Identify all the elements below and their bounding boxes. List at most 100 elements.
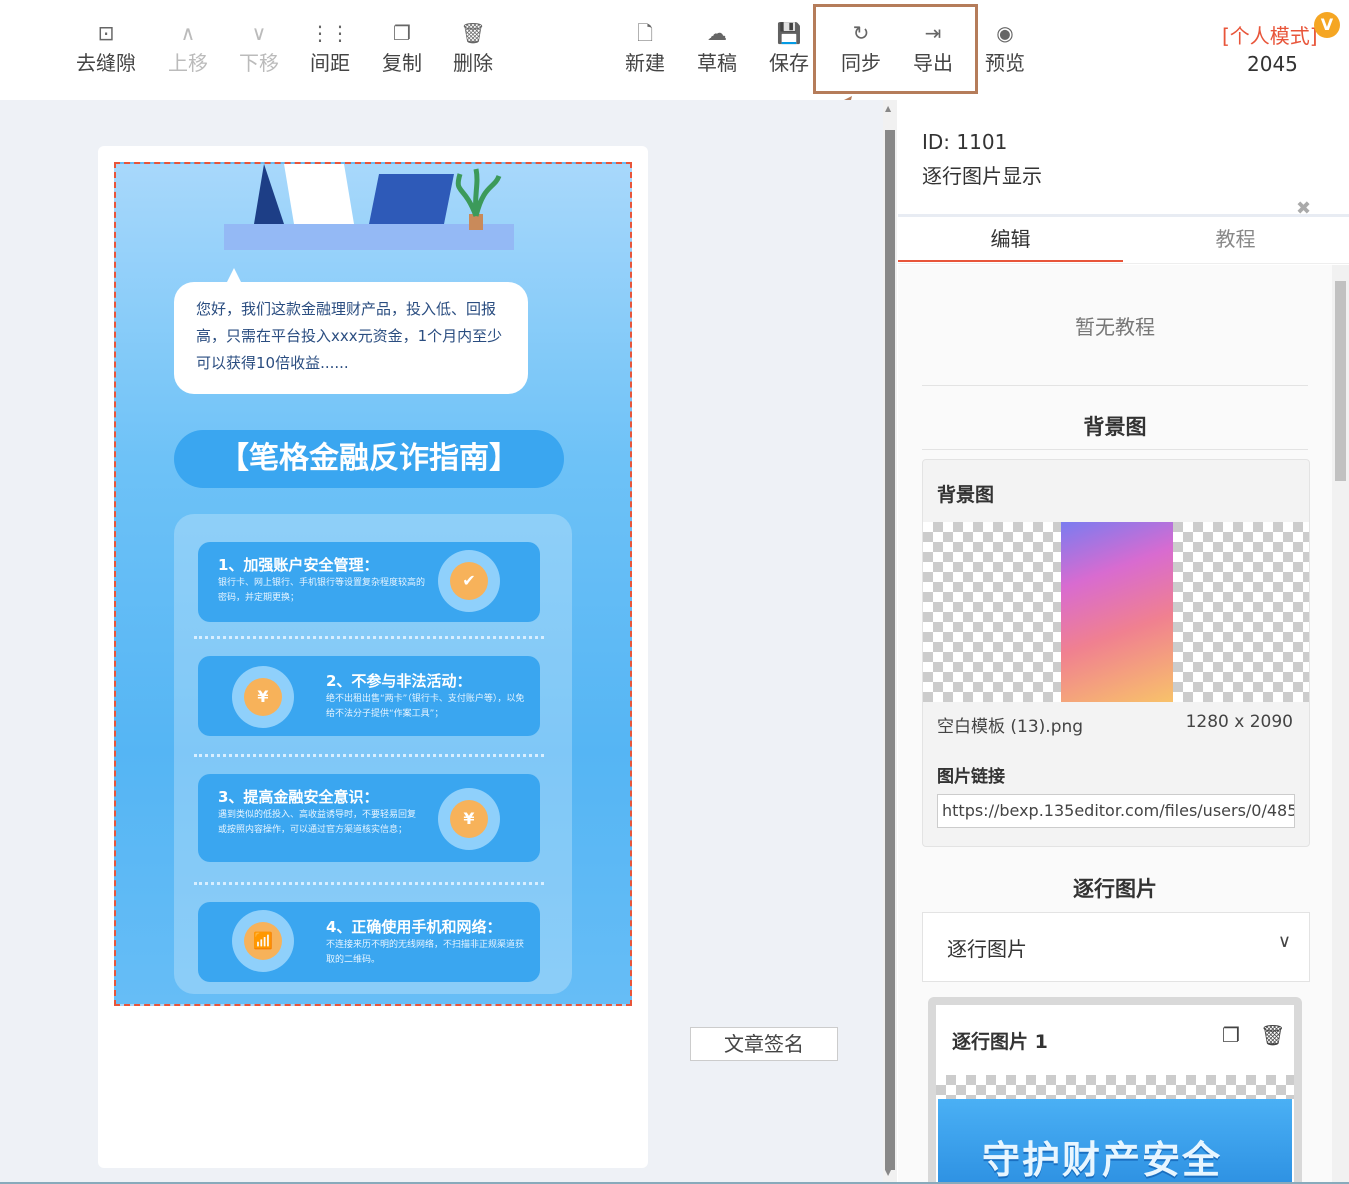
customer-service-illustration-icon <box>224 164 514 250</box>
sidebar-content: 暂无教程 背景图 背景图 空白模板 (13).png 1280 x 2090 图… <box>898 265 1332 1184</box>
chevron-up-icon: ∧ <box>180 21 196 45</box>
yuan-glyph: ¥ <box>244 678 282 716</box>
gap-icon: ⊡ <box>97 21 115 45</box>
transparency-strip <box>936 1075 1294 1099</box>
spacing-label: 间距 <box>310 51 350 75</box>
bg-image-box: 背景图 空白模板 (13).png 1280 x 2090 图片链接 https… <box>922 459 1310 847</box>
phone-wifi-icon: 📶 <box>232 910 294 972</box>
row-image-item: 逐行图片 1 ❐ 🗑 守护财产安全 <box>928 997 1302 1184</box>
money-bag-icon: ¥ <box>438 788 500 850</box>
spacing-icon: ⋮⋮ <box>310 21 350 45</box>
shield-icon: ✔ <box>438 550 500 612</box>
move-down-button[interactable]: ∨ 下移 <box>223 18 295 78</box>
draft-button[interactable]: ☁ 草稿 <box>681 18 753 78</box>
scroll-up-icon[interactable]: ▲ <box>885 104 891 113</box>
preview-button[interactable]: ◉ 预览 <box>969 18 1041 78</box>
sidebar-divider <box>898 214 1349 217</box>
tip-card-1: 1、加强账户安全管理： 银行卡、网上银行、手机银行等设置复杂程度较高的密码，并定… <box>198 542 540 622</box>
delete-button[interactable]: 🗑 删除 <box>437 18 509 78</box>
gradient-thumbnail <box>1061 522 1173 702</box>
new-button[interactable]: 🗋 新建 <box>609 18 681 78</box>
canvas-scrollbar-thumb[interactable] <box>885 130 895 1170</box>
tip-card-title: 1、加强账户安全管理： <box>218 556 379 574</box>
delete-label: 删除 <box>453 51 493 75</box>
properties-sidebar: ID: 1101 逐行图片显示 ✖ 编辑 教程 暂无教程 背景图 背景图 空白模… <box>898 100 1349 1184</box>
divider <box>922 449 1308 450</box>
rows-select[interactable]: 逐行图片 ∨ <box>922 912 1310 982</box>
divider <box>922 385 1308 386</box>
no-tutorial-text: 暂无教程 <box>1075 315 1155 339</box>
chevron-down-icon: ∨ <box>251 21 267 45</box>
image-link-label: 图片链接 <box>937 767 1005 787</box>
tip-card-desc: 银行卡、网上银行、手机银行等设置复杂程度较高的密码，并定期更换； <box>218 578 426 603</box>
draft-label: 草稿 <box>697 51 737 75</box>
tip-card-desc: 绝不出租出售“两卡”（银行卡、支付账户等），以免给不法分子提供“作案工具”； <box>326 694 525 719</box>
tip-card-title: 2、不参与非法活动： <box>326 672 472 690</box>
new-label: 新建 <box>625 51 665 75</box>
yuan-glyph: ¥ <box>450 800 488 838</box>
mode-label[interactable]: [个人模式] <box>1222 20 1318 49</box>
sidebar-scrollbar-thumb[interactable] <box>1335 281 1346 481</box>
thumbnail-text: 守护财产安全 <box>982 1138 1223 1182</box>
row-image-item-inner: 逐行图片 1 ❐ 🗑 守护财产安全 <box>936 1005 1294 1184</box>
move-up-button[interactable]: ∧ 上移 <box>152 18 224 78</box>
scroll-down-icon[interactable]: ▼ <box>885 1168 891 1177</box>
copy-icon[interactable]: ❐ <box>1222 1023 1240 1047</box>
tip-card-desc: 不连接来历不明的无线网络，不扫描非正规渠道获取的二维码。 <box>326 940 525 965</box>
tip-card-4: 📶 4、正确使用手机和网络： 不连接来历不明的无线网络，不扫描非正规渠道获取的二… <box>198 902 540 982</box>
component-id: ID: 1101 <box>922 130 1008 154</box>
coin-icon: ¥ <box>232 666 294 728</box>
file-name: 空白模板 (13).png <box>937 717 1084 737</box>
row-image-item-title: 逐行图片 1 <box>952 1031 1048 1053</box>
move-down-label: 下移 <box>239 51 279 75</box>
component-name: 逐行图片显示 <box>922 164 1042 188</box>
tab-edit[interactable]: 编辑 <box>898 222 1123 262</box>
spacing-button[interactable]: ⋮⋮ 间距 <box>294 18 366 78</box>
bg-section-title: 背景图 <box>1083 415 1147 439</box>
sidebar-scrollbar[interactable] <box>1332 265 1349 1184</box>
tip-card-title: 4、正确使用手机和网络： <box>326 918 502 936</box>
poster-selected-block[interactable]: 您好，我们这款金融理财产品，投入低、回报高，只需在平台投入xxx元资金，1个月内… <box>114 162 632 1006</box>
dotted-divider <box>194 882 544 885</box>
preview-label: 预览 <box>985 51 1025 75</box>
bg-box-title: 背景图 <box>937 484 995 506</box>
vip-badge-icon: V <box>1314 12 1340 38</box>
trash-icon: 🗑 <box>460 21 486 45</box>
rows-select-value: 逐行图片 <box>947 937 1027 961</box>
mode-number: 2045 <box>1247 52 1298 76</box>
copy-label: 复制 <box>382 51 422 75</box>
trash-icon[interactable]: 🗑 <box>1260 1023 1285 1047</box>
dotted-divider <box>194 754 544 757</box>
canvas-scrollbar[interactable]: ▲ ▼ <box>883 100 897 1184</box>
sync-export-highlight-box <box>813 4 978 94</box>
tip-card-desc: 遇到类似的低投入、高收益诱导时，不要轻易回复或按照内容操作，可以通过官方渠道核实… <box>218 810 417 835</box>
image-link-input[interactable]: https://bexp.135editor.com/files/users/0… <box>937 794 1295 828</box>
speech-bubble: 您好，我们这款金融理财产品，投入低、回报高，只需在平台投入xxx元资金，1个月内… <box>174 282 528 394</box>
chevron-down-icon: ∨ <box>1277 931 1291 952</box>
file-size: 1280 x 2090 <box>1185 712 1293 732</box>
toolbar: ⊡ 去缝隙 ∧ 上移 ∨ 下移 ⋮⋮ 间距 ❐ 复制 🗑 删除 🗋 新建 ☁ 草稿 💾 保存 ↻ 同… <box>0 0 1349 100</box>
tip-card-2: ¥ 2、不参与非法活动： 绝不出租出售“两卡”（银行卡、支付账户等），以免给不法… <box>198 656 540 736</box>
article-signature-button[interactable]: 文章签名 <box>690 1027 838 1061</box>
wifi-glyph: 📶 <box>244 922 282 960</box>
copy-icon: ❐ <box>393 21 411 45</box>
eye-icon: ◉ <box>996 21 1014 45</box>
tab-underline <box>898 263 1349 264</box>
tab-tutorial[interactable]: 教程 <box>1123 222 1348 262</box>
cloud-icon: ☁ <box>707 21 727 45</box>
tip-card-3: 3、提高金融安全意识： 遇到类似的低投入、高收益诱导时，不要轻易回复或按照内容操… <box>198 774 540 862</box>
row-image-thumbnail[interactable]: 守护财产安全 <box>938 1099 1292 1184</box>
move-up-label: 上移 <box>168 51 208 75</box>
copy-button[interactable]: ❐ 复制 <box>366 18 438 78</box>
new-file-icon: 🗋 <box>636 21 654 45</box>
dotted-divider <box>194 636 544 639</box>
shield-check-glyph: ✔ <box>450 562 488 600</box>
remove-gap-label: 去缝隙 <box>76 51 136 75</box>
editor-canvas: 您好，我们这款金融理财产品，投入低、回报高，只需在平台投入xxx元资金，1个月内… <box>0 100 883 1184</box>
rows-section-title: 逐行图片 <box>1073 877 1157 901</box>
article-paper: 您好，我们这款金融理财产品，投入低、回报高，只需在平台投入xxx元资金，1个月内… <box>98 146 648 1168</box>
bg-image-preview[interactable] <box>923 522 1309 702</box>
tip-card-title: 3、提高金融安全意识： <box>218 788 379 806</box>
remove-gap-button[interactable]: ⊡ 去缝隙 <box>70 18 142 78</box>
poster-title: 【笔格金融反诈指南】 <box>174 430 564 488</box>
